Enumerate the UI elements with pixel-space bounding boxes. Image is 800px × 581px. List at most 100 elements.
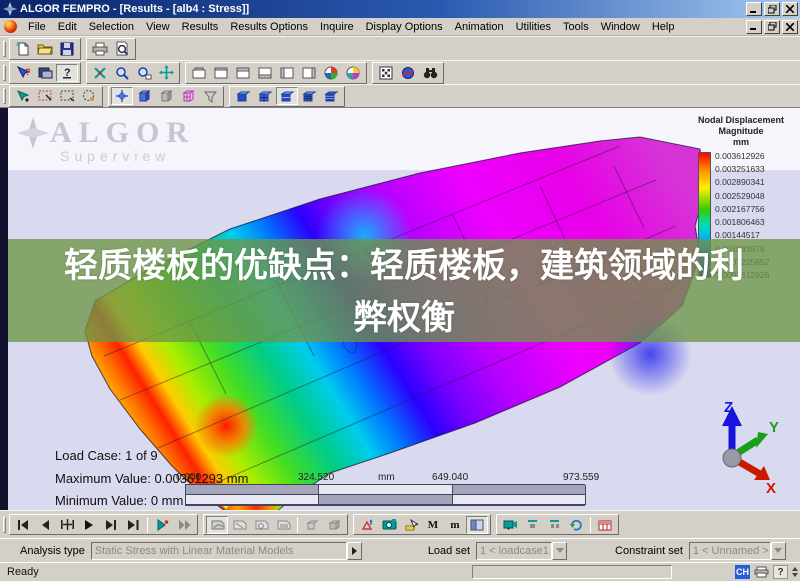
step-back-icon[interactable] [34, 516, 56, 534]
new-file-icon[interactable] [12, 40, 34, 58]
menu-animation[interactable]: Animation [449, 19, 510, 35]
frame-cube-1-icon[interactable] [301, 516, 323, 534]
select-rect-icon[interactable] [56, 87, 78, 105]
results-viewport[interactable]: ALGOR Superview Nodal Displacement Magni… [0, 107, 800, 510]
svg-text:?: ? [25, 67, 31, 77]
snapshot-3-icon[interactable] [250, 516, 272, 534]
context-help-pointer-icon[interactable]: ? [12, 64, 34, 82]
display-mesh-icon[interactable] [298, 87, 320, 105]
help-icon[interactable]: ? [56, 64, 78, 82]
snapshot-4-icon[interactable] [272, 516, 294, 534]
view-front-icon[interactable] [188, 64, 210, 82]
cube-gray-icon[interactable] [155, 87, 177, 105]
display-solid-icon[interactable] [232, 87, 254, 105]
play-icon[interactable] [78, 516, 100, 534]
go-to-frame-icon[interactable] [56, 516, 78, 534]
right-arrow-icon [352, 547, 357, 555]
view-left-icon[interactable] [276, 64, 298, 82]
mdi-restore-button[interactable] [764, 20, 780, 34]
capture-video-icon[interactable] [499, 516, 521, 534]
menu-utilities[interactable]: Utilities [510, 19, 557, 35]
snapshot-2-icon[interactable] [228, 516, 250, 534]
print-preview-icon[interactable] [111, 40, 133, 58]
restore-button[interactable] [764, 2, 780, 16]
delete-icon[interactable] [89, 64, 111, 82]
report-icon[interactable] [34, 64, 56, 82]
mdi-minimize-button[interactable] [746, 20, 762, 34]
probe-cursor-icon[interactable] [400, 516, 422, 534]
view-back-icon[interactable] [210, 64, 232, 82]
go-last-icon[interactable] [122, 516, 144, 534]
view-right-icon[interactable] [298, 64, 320, 82]
cube-mesh-icon[interactable] [177, 87, 199, 105]
menu-help[interactable]: Help [646, 19, 681, 35]
toolbar-grip[interactable] [3, 517, 6, 533]
menu-edit[interactable]: Edit [52, 19, 83, 35]
save-icon[interactable] [56, 40, 78, 58]
load-set-dropdown-button[interactable] [552, 542, 567, 560]
print-icon[interactable] [89, 40, 111, 58]
filter-funnel-icon[interactable] [199, 87, 221, 105]
jump-marker-icon[interactable] [151, 516, 173, 534]
analysis-type-combo[interactable]: Static Stress with Linear Material Model… [91, 542, 362, 560]
menu-results[interactable]: Results [176, 19, 225, 35]
menu-file[interactable]: File [22, 19, 52, 35]
pattern-icon[interactable] [375, 64, 397, 82]
select-rect-red-icon[interactable] [34, 87, 56, 105]
show-max-button[interactable]: M [422, 516, 444, 534]
iso-view-1-icon[interactable] [320, 64, 342, 82]
report-table-icon[interactable] [594, 516, 616, 534]
capture-tile-2-icon[interactable] [543, 516, 565, 534]
center-marker-icon[interactable] [111, 87, 133, 105]
title-bar: ALGOR FEMPRO - [Results - [alb4 : Stress… [0, 0, 800, 18]
menu-display-options[interactable]: Display Options [360, 19, 449, 35]
toolbar-grip[interactable] [3, 88, 6, 104]
select-point-icon[interactable] [12, 87, 34, 105]
panel-icon[interactable] [466, 516, 488, 534]
toolbar-grip[interactable] [3, 41, 6, 57]
menu-selection[interactable]: Selection [83, 19, 140, 35]
analysis-type-expand-button[interactable] [347, 542, 362, 560]
view-top-icon[interactable] [232, 64, 254, 82]
printer-status-icon[interactable] [753, 565, 770, 580]
menu-results-options[interactable]: Results Options [224, 19, 314, 35]
menu-window[interactable]: Window [595, 19, 646, 35]
zoom-window-icon[interactable] [133, 64, 155, 82]
step-forward-icon[interactable] [100, 516, 122, 534]
capture-tile-1-icon[interactable] [521, 516, 543, 534]
display-wire-icon[interactable] [320, 87, 342, 105]
close-button[interactable] [782, 2, 798, 16]
cube-shaded-icon[interactable] [133, 87, 155, 105]
display-shaded-edges-icon[interactable] [276, 87, 298, 105]
display-edges-icon[interactable] [254, 87, 276, 105]
show-min-button[interactable]: m [444, 516, 466, 534]
toolbar-grip[interactable] [3, 65, 6, 81]
go-first-icon[interactable] [12, 516, 34, 534]
fast-forward-icon[interactable] [173, 516, 195, 534]
menu-inquire[interactable]: Inquire [314, 19, 360, 35]
select-circle-icon[interactable] [78, 87, 100, 105]
refresh-icon[interactable] [565, 516, 587, 534]
constraint-set-combo[interactable]: 1 < Unnamed > [689, 542, 786, 560]
binoculars-icon[interactable] [419, 64, 441, 82]
render-globe-icon[interactable] [397, 64, 419, 82]
triad-y-label: Y [769, 419, 779, 436]
constraint-set-dropdown-button[interactable] [771, 542, 786, 560]
view-bottom-icon[interactable] [254, 64, 276, 82]
help-status-icon[interactable]: ? [772, 565, 789, 580]
iso-view-2-icon[interactable] [342, 64, 364, 82]
minimize-button[interactable] [746, 2, 762, 16]
pan-fit-icon[interactable] [155, 64, 177, 82]
camera-icon[interactable] [378, 516, 400, 534]
menu-view[interactable]: View [140, 19, 176, 35]
input-language-badge[interactable]: CH [734, 565, 751, 580]
toolbar-overflow-icon[interactable] [792, 565, 798, 580]
annotation-icon[interactable] [356, 516, 378, 534]
load-set-combo[interactable]: 1 < loadcase1 > [476, 542, 567, 560]
frame-cube-2-icon[interactable] [323, 516, 345, 534]
open-folder-icon[interactable] [34, 40, 56, 58]
menu-tools[interactable]: Tools [557, 19, 595, 35]
mdi-close-button[interactable] [782, 20, 798, 34]
snapshot-1-icon[interactable] [206, 516, 228, 534]
zoom-icon[interactable] [111, 64, 133, 82]
